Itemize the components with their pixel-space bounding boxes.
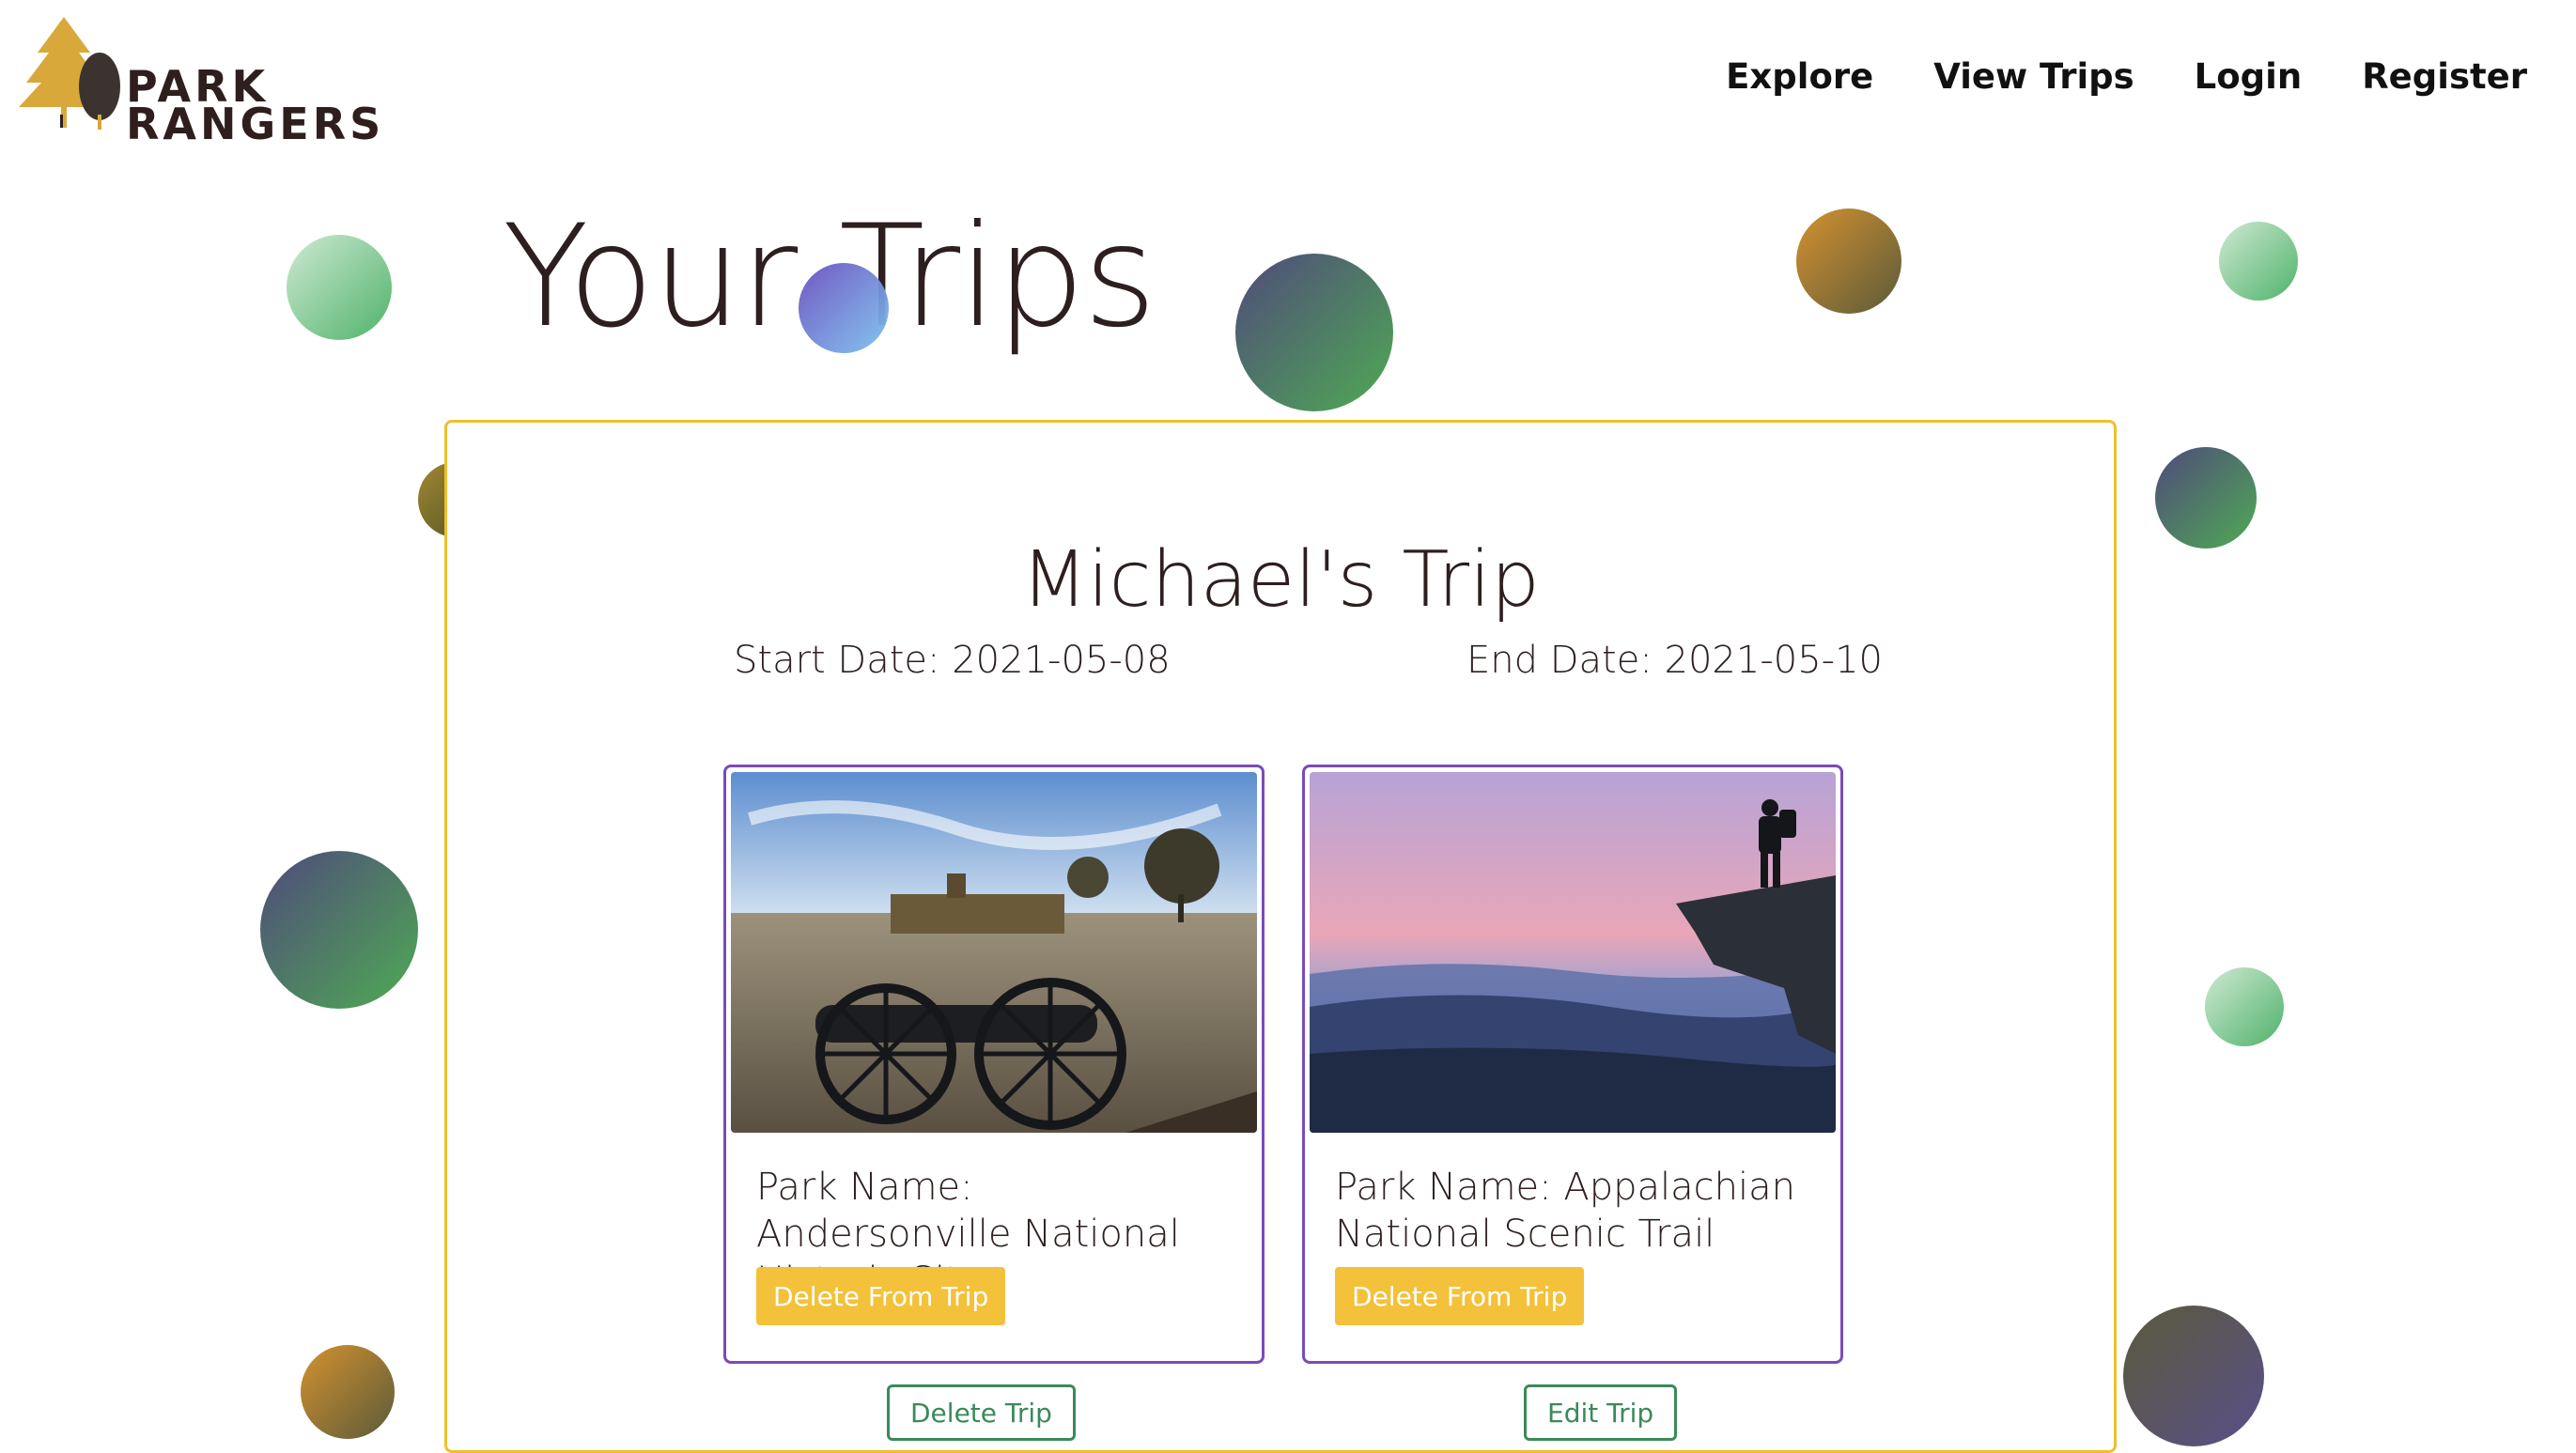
park-name: Park Name: Appalachian National Scenic T…: [1335, 1166, 1795, 1256]
delete-trip-button[interactable]: Delete Trip: [887, 1384, 1076, 1441]
park-card-appalachian: Park Name: Appalachian National Scenic T…: [1302, 765, 1843, 1364]
delete-from-trip-button[interactable]: Delete From Trip: [756, 1267, 1006, 1325]
brand-wordmark: PARK RANGERS: [126, 65, 385, 149]
tree-logo-icon: [19, 17, 120, 130]
main-nav: Explore View Trips Login Register: [1726, 56, 2527, 97]
decor-dot-7: [2155, 447, 2257, 549]
trip-start-date: Start Date: 2021-05-08: [734, 639, 1171, 682]
decor-dot-2: [799, 263, 889, 353]
decor-dot-11: [2123, 1306, 2264, 1446]
nav-login[interactable]: Login: [2195, 56, 2303, 97]
park-rangers-logo[interactable]: PARK RANGERS: [15, 15, 380, 146]
decor-dot-4: [1796, 209, 1901, 314]
delete-from-trip-button[interactable]: Delete From Trip: [1335, 1267, 1585, 1325]
trip-card: Michael's Trip Start Date: 2021-05-08 En…: [444, 420, 2117, 1453]
trip-end-date: End Date: 2021-05-10: [1466, 639, 1883, 682]
decor-dot-8: [260, 851, 418, 1009]
nav-explore[interactable]: Explore: [1726, 56, 1873, 97]
decor-dot-9: [2205, 967, 2284, 1046]
edit-trip-button[interactable]: Edit Trip: [1524, 1384, 1678, 1441]
decor-dot-1: [287, 235, 392, 340]
nav-view-trips[interactable]: View Trips: [1933, 56, 2134, 97]
trip-name: Michael's Trip: [1021, 535, 1540, 625]
hiker-ridge-sunset-photo: [1310, 772, 1836, 1133]
cannon-fort-photo: [731, 772, 1257, 1133]
decor-dot-5: [2219, 222, 2298, 301]
decor-dot-3: [1235, 254, 1393, 411]
park-card-andersonville: Park Name: Andersonville National Histor…: [723, 765, 1265, 1364]
nav-register[interactable]: Register: [2362, 56, 2527, 97]
brand-line-2: RANGERS: [126, 99, 385, 149]
decor-dot-10: [301, 1345, 395, 1439]
